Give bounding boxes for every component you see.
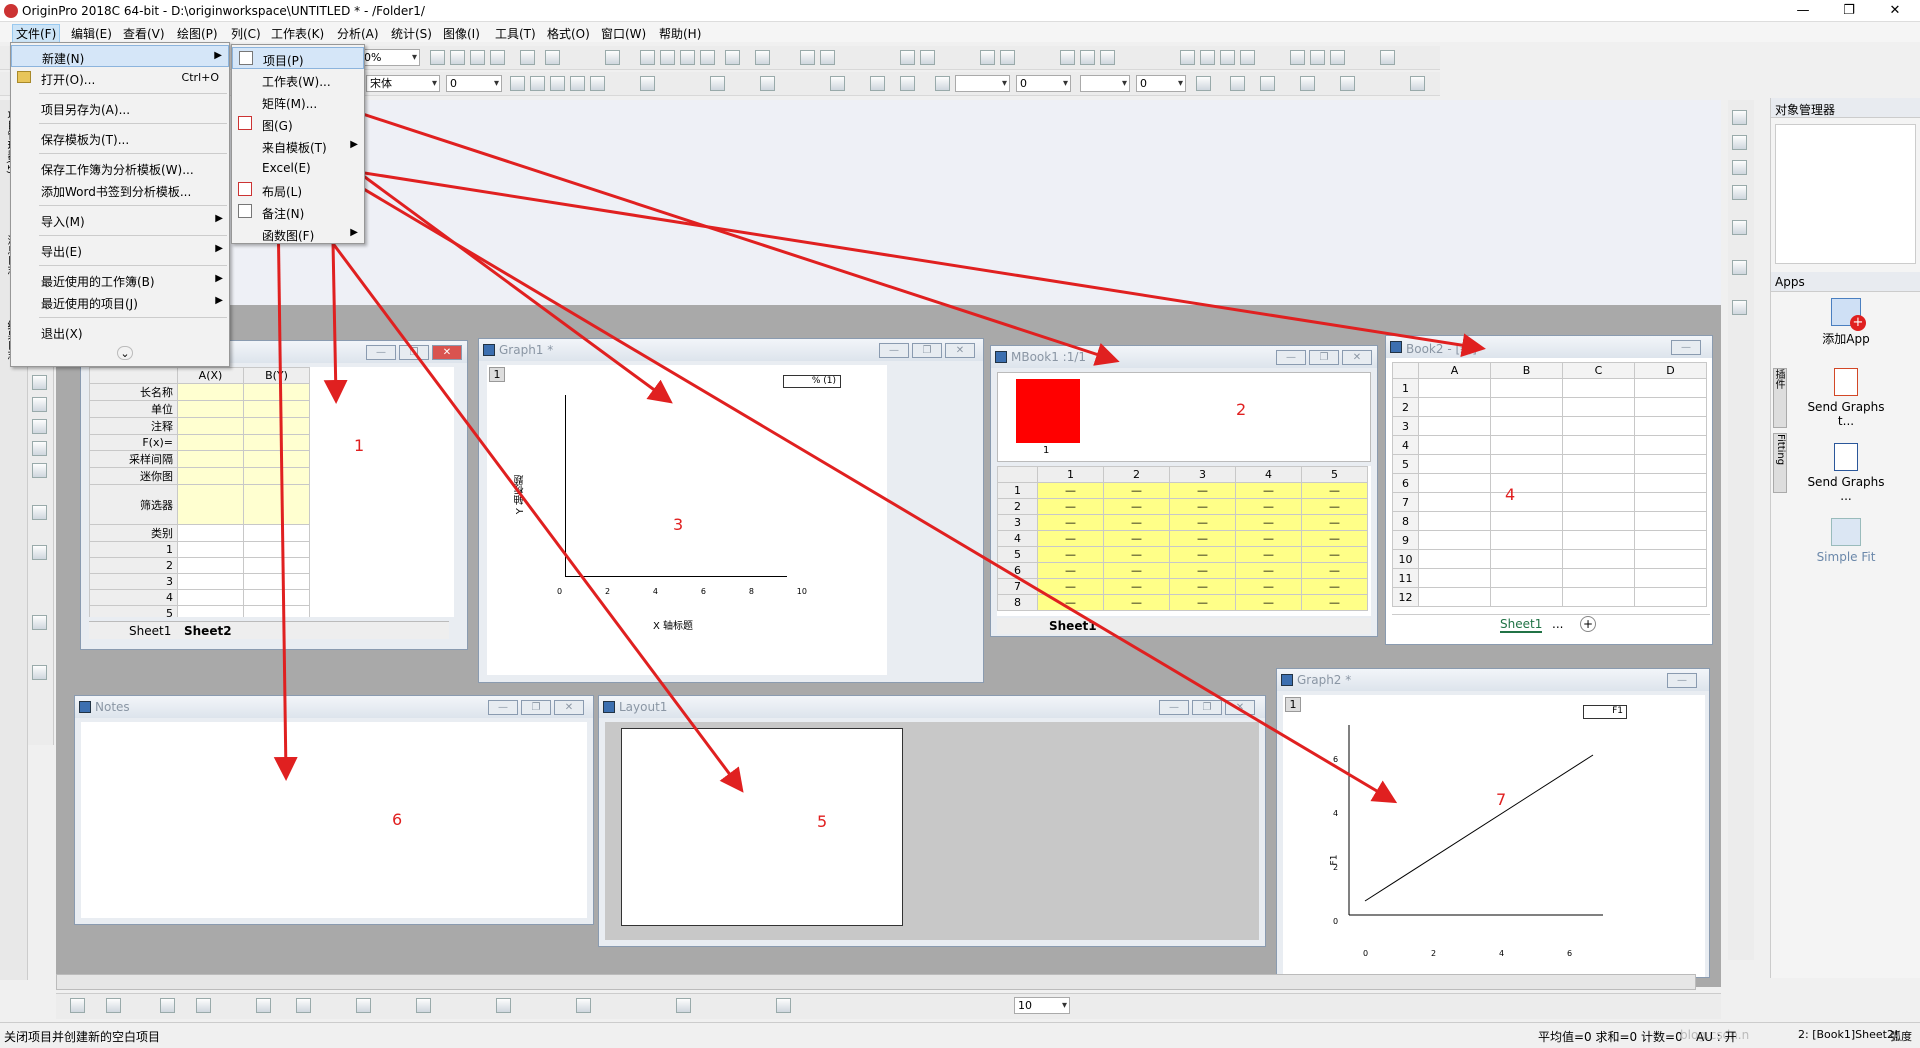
3d-icon[interactable] — [356, 998, 371, 1013]
contour-icon[interactable] — [416, 998, 431, 1013]
shortcut-label: Ctrl+O — [181, 71, 219, 84]
menu-item-save-analysis-template[interactable]: 保存工作簿为分析模板(W)... — [11, 157, 229, 179]
submenu-arrow-icon: ▶ — [215, 273, 223, 284]
menu-item-label: 图(G) — [262, 119, 293, 133]
status-message: 关闭项目并创建新的空白项目 — [4, 1030, 161, 1044]
new-from-template-item[interactable]: 来自模板(T) ▶ — [232, 135, 364, 157]
new-worksheet-item[interactable]: 工作表(W)... — [232, 69, 364, 91]
expand-menu-icon[interactable]: ⌄ — [117, 346, 133, 360]
submenu-arrow-icon: ▶ — [214, 50, 222, 61]
menu-item-label: 来自模板(T) — [262, 141, 327, 155]
status-stats: 平均值=0 求和=0 计数=0 — [1538, 1030, 1683, 1044]
menu-item-label: 函数图(F) — [262, 229, 315, 243]
menu-item-label: 导入(M) — [41, 215, 85, 229]
notes-icon — [238, 204, 252, 218]
submenu-arrow-icon: ▶ — [215, 213, 223, 224]
status-autoupdate: AU : 开 — [1696, 1030, 1737, 1044]
new-layout-item[interactable]: 布局(L) — [232, 179, 364, 201]
new-matrix-item[interactable]: 矩阵(M)... — [232, 91, 364, 113]
scatter-plot-icon[interactable] — [106, 998, 121, 1013]
new-project-item[interactable]: 项目(P) — [232, 47, 364, 69]
layout-icon — [238, 182, 252, 196]
menu-item-label: 退出(X) — [41, 327, 83, 341]
arrow-layout — [288, 185, 744, 793]
graph-icon — [238, 116, 252, 130]
menu-item-label: 导出(E) — [41, 245, 82, 259]
new-notes-item[interactable]: 备注(N) — [232, 201, 364, 223]
menu-separator — [39, 93, 227, 94]
menu-separator — [39, 153, 227, 154]
new-graph-item[interactable]: 图(G) — [232, 113, 364, 135]
submenu-arrow-icon: ▶ — [350, 139, 358, 150]
menu-item-save-template[interactable]: 保存模板为(T)... — [11, 127, 229, 149]
menu-item-label: 矩阵(M)... — [262, 97, 318, 111]
project-icon — [239, 51, 253, 65]
menu-item-label: 项目(P) — [263, 54, 304, 68]
status-bar: 关闭项目并创建新的空白项目 平均值=0 求和=0 计数=0 blog.csdn.… — [0, 1022, 1920, 1048]
menu-item-label: 保存模板为(T)... — [41, 133, 130, 147]
bottom-size-combo[interactable]: 10 — [1014, 997, 1070, 1014]
menu-item-label: Excel(E) — [262, 161, 311, 175]
menu-item-label: 新建(N) — [42, 52, 85, 66]
arrange-icon[interactable] — [676, 998, 691, 1013]
status-active-sheet: 2: [Book1]Sheet2! — [1798, 1028, 1899, 1041]
menu-item-recent-workbooks[interactable]: 最近使用的工作簿(B) ▶ — [11, 269, 229, 291]
template-icon[interactable] — [576, 998, 591, 1013]
menu-item-label: 添加Word书签到分析模板... — [41, 185, 192, 199]
menu-item-label: 最近使用的项目(J) — [41, 297, 138, 311]
arrow-excel — [319, 164, 1486, 358]
menu-item-save-project-as[interactable]: 项目另存为(A)... — [11, 97, 229, 119]
menu-item-export[interactable]: 导出(E) ▶ — [11, 239, 229, 261]
submenu-arrow-icon: ▶ — [215, 295, 223, 306]
menu-item-import[interactable]: 导入(M) ▶ — [11, 209, 229, 231]
menu-item-new[interactable]: 新建(N) ▶ — [11, 45, 229, 67]
submenu-arrow-icon: ▶ — [215, 243, 223, 254]
new-function-graph-item[interactable]: 函数图(F) ▶ — [232, 223, 364, 245]
menu-separator — [39, 265, 227, 266]
menu-item-label: 备注(N) — [262, 207, 305, 221]
menu-separator — [39, 205, 227, 206]
menu-item-label: 保存工作簿为分析模板(W)... — [41, 163, 194, 177]
status-angle-unit: 弧度 — [1890, 1030, 1912, 1043]
menu-item-recent-projects[interactable]: 最近使用的项目(J) ▶ — [11, 291, 229, 313]
menu-separator — [39, 317, 227, 318]
menu-item-label: 布局(L) — [262, 185, 303, 199]
object-icon[interactable] — [776, 998, 791, 1013]
bottom-toolbar: 10 — [56, 993, 1721, 1019]
arrow-notes — [273, 205, 298, 781]
menu-item-add-word-bookmark[interactable]: 添加Word书签到分析模板... — [11, 179, 229, 201]
area-plot-icon[interactable] — [256, 998, 271, 1013]
menu-item-label: 最近使用的工作簿(B) — [41, 275, 155, 289]
column-plot-icon[interactable] — [160, 998, 175, 1013]
menu-item-label: 项目另存为(A)... — [41, 103, 131, 117]
stat-chart-icon[interactable] — [496, 998, 511, 1013]
line-plot-icon[interactable] — [70, 998, 85, 1013]
menu-separator — [39, 235, 227, 236]
new-excel-item[interactable]: Excel(E) — [232, 157, 364, 179]
menu-item-label: 打开(O)... — [41, 73, 96, 87]
menu-item-exit[interactable]: 退出(X) — [11, 321, 229, 343]
menu-separator — [39, 123, 227, 124]
folder-icon — [17, 71, 31, 83]
file-menu: 新建(N) ▶ 打开(O)... Ctrl+O 项目另存为(A)... 保存模板为(… — [10, 42, 230, 367]
submenu-arrow-icon: ▶ — [350, 227, 358, 238]
menu-item-open[interactable]: 打开(O)... Ctrl+O — [11, 67, 229, 89]
menu-item-label: 工作表(W)... — [262, 75, 331, 89]
new-submenu: 项目(P) 工作表(W)... 矩阵(M)... 图(G) 来自模板(T) ▶ E… — [231, 44, 365, 244]
polar-icon[interactable] — [296, 998, 311, 1013]
pie-icon[interactable] — [196, 998, 211, 1013]
